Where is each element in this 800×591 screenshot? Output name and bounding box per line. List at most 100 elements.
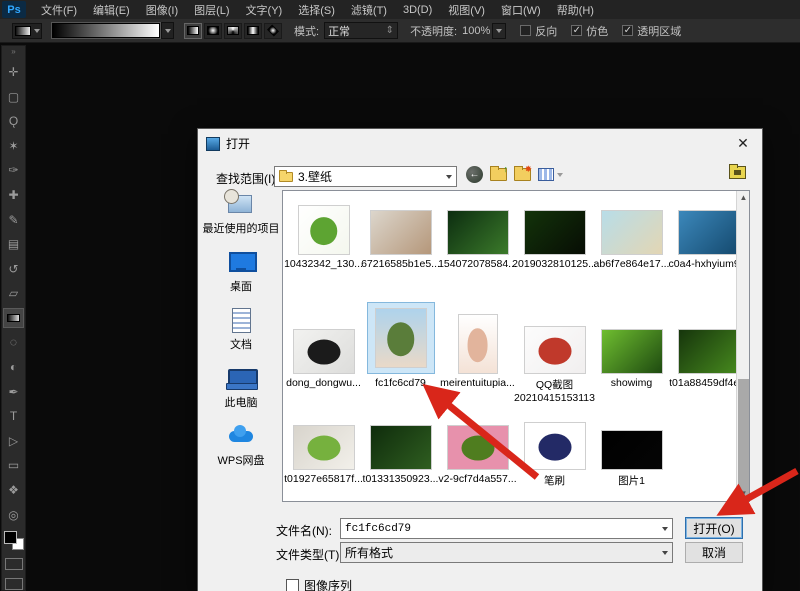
blur-tool-icon[interactable]: ◌ bbox=[3, 332, 24, 353]
hand-tool-icon[interactable]: ❖ bbox=[3, 480, 24, 501]
diamond-gradient-icon[interactable] bbox=[264, 23, 282, 39]
foreground-color-swatch[interactable] bbox=[4, 531, 17, 544]
updown-icon: ⇕ bbox=[386, 25, 394, 36]
menu-item[interactable]: 文字(Y) bbox=[239, 0, 290, 20]
menu-item[interactable]: 帮助(H) bbox=[550, 0, 601, 20]
opacity-dropdown[interactable] bbox=[492, 23, 506, 39]
file-item[interactable]: 笔刷 bbox=[516, 404, 593, 488]
eyedropper-tool-icon[interactable]: ✑ bbox=[3, 160, 24, 181]
menu-item[interactable]: 滤镜(T) bbox=[344, 0, 394, 20]
scrollbar-thumb[interactable] bbox=[738, 379, 749, 497]
up-one-level-icon[interactable]: ↑ bbox=[490, 168, 507, 181]
screen-mode-icon[interactable] bbox=[5, 578, 23, 590]
menu-item[interactable]: 编辑(E) bbox=[86, 0, 137, 20]
healing-brush-tool-icon[interactable]: ✚ bbox=[3, 185, 24, 206]
file-type-select[interactable]: 所有格式 bbox=[340, 542, 673, 563]
file-item[interactable]: 10432342_130... bbox=[285, 191, 362, 270]
sidebar-item-documents[interactable]: 文档 bbox=[226, 307, 256, 352]
move-tool-icon[interactable]: ✛ bbox=[3, 62, 24, 83]
menu-item[interactable]: 文件(F) bbox=[34, 0, 84, 20]
dialog-titlebar[interactable]: 打开 ✕ bbox=[198, 129, 762, 158]
file-item[interactable]: t01927e65817f... bbox=[285, 404, 362, 488]
shape-tool-icon[interactable]: ▭ bbox=[3, 455, 24, 476]
back-icon[interactable]: ← bbox=[466, 166, 483, 183]
options-checkbox[interactable]: ✓透明区域 bbox=[622, 23, 681, 39]
sidebar-item-recent-items[interactable]: 最近使用的项目 bbox=[203, 191, 280, 236]
menu-item[interactable]: 3D(D) bbox=[396, 2, 439, 18]
file-item[interactable]: 67216585b1e5... bbox=[362, 191, 439, 270]
file-item[interactable]: 154072078584... bbox=[439, 191, 516, 270]
file-item[interactable]: 图片1 bbox=[593, 404, 670, 488]
chevron-down-icon bbox=[496, 29, 502, 33]
view-menu-icon[interactable] bbox=[538, 168, 563, 181]
opacity-value[interactable]: 100% bbox=[462, 25, 490, 37]
file-thumbnail bbox=[601, 430, 663, 470]
scrollbar[interactable]: ▲ ▼ bbox=[736, 191, 749, 501]
menu-item[interactable]: 图像(I) bbox=[139, 0, 185, 20]
pen-tool-icon[interactable]: ✒ bbox=[3, 381, 24, 402]
menu-bar: Ps 文件(F)编辑(E)图像(I)图层(L)文字(Y)选择(S)滤镜(T)3D… bbox=[0, 0, 800, 19]
menu-item[interactable]: 窗口(W) bbox=[494, 0, 548, 20]
sidebar-item-this-pc[interactable]: 此电脑 bbox=[225, 365, 258, 410]
history-brush-tool-icon[interactable]: ↺ bbox=[3, 258, 24, 279]
file-item[interactable]: meirentuitupia... bbox=[439, 270, 516, 404]
zoom-tool-icon[interactable]: ◎ bbox=[3, 504, 24, 525]
look-in-label: 查找范围(I): bbox=[216, 170, 279, 187]
brush-tool-icon[interactable]: ✎ bbox=[3, 209, 24, 230]
menu-item[interactable]: 视图(V) bbox=[441, 0, 492, 20]
file-thumbnail bbox=[447, 425, 509, 470]
places-sidebar: 最近使用的项目 桌面 文档 此电脑 WPS网盘 bbox=[204, 191, 278, 468]
file-item[interactable]: 2019032810125... bbox=[516, 191, 593, 270]
desktop-icon bbox=[226, 249, 256, 275]
file-thumbnail bbox=[298, 205, 350, 255]
chevron-down-icon bbox=[662, 527, 668, 531]
file-item[interactable]: dong_dongwu... bbox=[285, 270, 362, 404]
gradient-tool-icon[interactable] bbox=[3, 308, 24, 329]
mode-select[interactable]: 正常⇕ bbox=[324, 22, 398, 39]
reflected-gradient-icon[interactable] bbox=[244, 23, 262, 39]
image-sequence-checkbox[interactable] bbox=[286, 579, 299, 591]
cancel-button[interactable]: 取消 bbox=[685, 542, 743, 563]
linear-gradient-icon[interactable] bbox=[184, 23, 202, 39]
color-swatches[interactable] bbox=[4, 531, 24, 551]
sidebar-item-wps-cloud[interactable]: WPS网盘 bbox=[217, 423, 264, 468]
clone-stamp-tool-icon[interactable]: ▤ bbox=[3, 234, 24, 255]
marquee-tool-icon[interactable]: ▢ bbox=[3, 86, 24, 107]
look-in-select[interactable]: 3.壁纸 bbox=[274, 166, 457, 187]
menu-item[interactable]: 选择(S) bbox=[291, 0, 342, 20]
options-bar: 模式: 正常⇕ 不透明度: 100% 反向✓仿色✓透明区域 bbox=[0, 19, 800, 43]
file-item[interactable]: t01331350923... bbox=[362, 404, 439, 488]
scroll-up-icon[interactable]: ▲ bbox=[737, 191, 750, 205]
gradient-preview[interactable] bbox=[52, 23, 160, 38]
folder-options-icon[interactable] bbox=[729, 166, 746, 179]
close-icon[interactable]: ✕ bbox=[734, 135, 752, 152]
file-item[interactable]: v2-9cf7d4a557... bbox=[439, 404, 516, 488]
path-selection-tool-icon[interactable]: ▷ bbox=[3, 431, 24, 452]
file-thumbnail bbox=[678, 329, 740, 374]
file-item[interactable]: QQ截图 20210415153113 bbox=[516, 270, 593, 404]
options-checkbox[interactable]: ✓仿色 bbox=[571, 23, 608, 39]
dodge-tool-icon[interactable]: ◐ bbox=[3, 357, 24, 378]
gradient-picker-dropdown[interactable] bbox=[161, 22, 174, 39]
file-item[interactable]: ab6f7e864e17... bbox=[593, 191, 670, 270]
quick-mask-icon[interactable] bbox=[5, 558, 23, 570]
file-name-input[interactable]: fc1fc6cd79 bbox=[340, 518, 673, 539]
open-button[interactable]: 打开(O) bbox=[685, 517, 743, 539]
angle-gradient-icon[interactable] bbox=[224, 23, 242, 39]
magic-wand-tool-icon[interactable]: ✶ bbox=[3, 136, 24, 157]
menu-item[interactable]: 图层(L) bbox=[187, 0, 236, 20]
toolbar-collapse-icon[interactable]: » bbox=[11, 48, 15, 58]
new-folder-icon[interactable]: ✸ bbox=[514, 168, 531, 181]
tool-preset-picker[interactable] bbox=[12, 23, 42, 39]
scroll-down-icon[interactable]: ▼ bbox=[737, 487, 750, 501]
eraser-tool-icon[interactable]: ▱ bbox=[3, 283, 24, 304]
radial-gradient-icon[interactable] bbox=[204, 23, 222, 39]
chevron-down-icon bbox=[662, 551, 668, 555]
options-checkbox[interactable]: 反向 bbox=[520, 23, 557, 39]
lasso-tool-icon[interactable]: Ǫ bbox=[3, 111, 24, 132]
type-tool-icon[interactable]: T bbox=[3, 406, 24, 427]
file-item-selected[interactable]: fc1fc6cd79 bbox=[362, 270, 439, 404]
sidebar-item-desktop[interactable]: 桌面 bbox=[226, 249, 256, 294]
file-item[interactable]: showimg bbox=[593, 270, 670, 404]
file-thumbnail bbox=[447, 210, 509, 255]
